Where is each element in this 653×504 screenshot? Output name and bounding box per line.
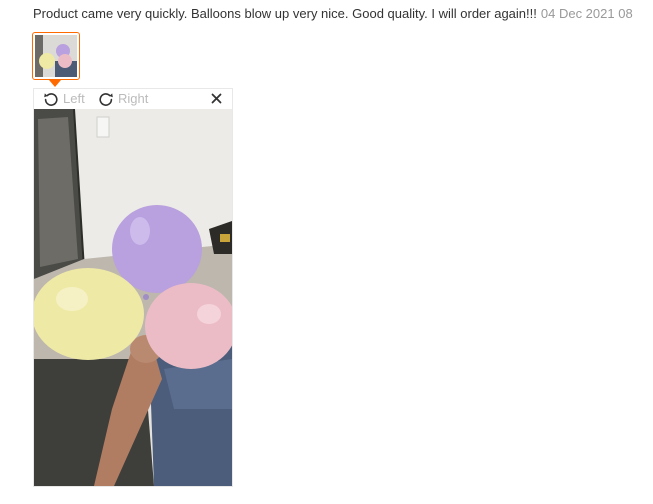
- rotate-left-label: Left: [63, 91, 85, 106]
- review-photo-large: [34, 109, 232, 486]
- review-photo-thumbnail[interactable]: [32, 32, 80, 87]
- rotate-right-icon: [98, 91, 114, 107]
- close-viewer-button[interactable]: [211, 92, 222, 107]
- rotate-left-icon: [43, 91, 59, 107]
- viewer-toolbar: Left Right: [34, 89, 232, 109]
- review-item: Product came very quickly. Balloons blow…: [0, 0, 653, 504]
- review-text: Product came very quickly. Balloons blow…: [33, 6, 537, 21]
- thumbnail-image: [35, 35, 77, 77]
- rotate-right-button[interactable]: Right: [98, 90, 148, 108]
- rotate-left-button[interactable]: Left: [43, 90, 85, 108]
- rotate-right-label: Right: [118, 91, 149, 106]
- photo-viewer: Left Right: [33, 88, 233, 487]
- review-text-line: Product came very quickly. Balloons blow…: [33, 5, 653, 22]
- close-icon: [211, 92, 222, 107]
- thumbnail-active-arrow: [49, 80, 61, 87]
- review-date: 04 Dec 2021 08: [540, 6, 633, 21]
